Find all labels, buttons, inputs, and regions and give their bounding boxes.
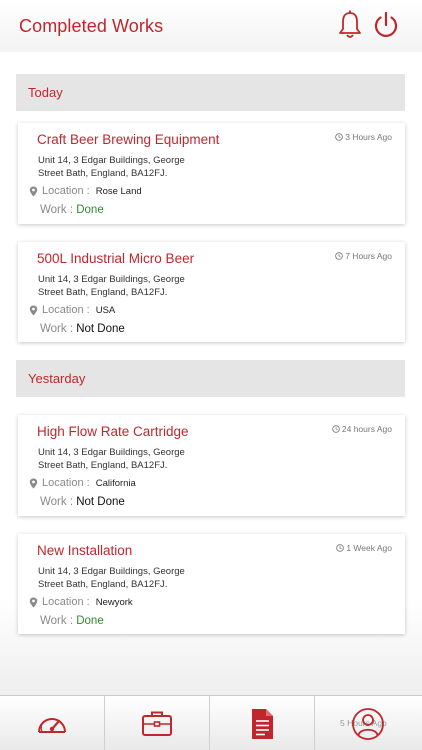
work-address: Unit 14, 3 Edgar Buildings, George Stree… [38, 154, 208, 180]
work-time-text: 24 hours Ago [341, 424, 392, 434]
section-header-yesterday: Yestarday [16, 360, 405, 397]
work-title: High Flow Rate Cartridge [37, 424, 189, 439]
location-value: Newyork [95, 596, 133, 608]
location-value: California [95, 477, 136, 489]
work-title: 500L Industrial Micro Beer [37, 251, 195, 266]
clock-icon [335, 133, 344, 141]
location-label: Location : [42, 185, 90, 197]
map-pin-icon [29, 186, 38, 196]
address-line: Unit 14, 3 Edgar Buildings, George [38, 155, 185, 166]
bell-icon[interactable] [337, 10, 363, 40]
work-time: 7 Hours Ago [335, 251, 392, 261]
section-header-today: Today [16, 74, 405, 111]
power-icon[interactable] [372, 10, 400, 40]
location-label: Location : [42, 477, 90, 489]
work-card[interactable]: High Flow Rate Cartridge 24 hours Ago Un… [18, 415, 405, 516]
work-title: New Installation [37, 543, 133, 558]
work-status: Work : Not Done [40, 323, 125, 335]
address-line: Street Bath, England, BA12FJ. [38, 579, 168, 590]
work-time-text: 1 Week Ago [346, 543, 392, 553]
work-time-text: 3 Hours Ago [345, 132, 392, 142]
work-card[interactable]: 500L Industrial Micro Beer 7 Hours Ago U… [18, 242, 405, 342]
work-address: Unit 14, 3 Edgar Buildings, George Stree… [38, 273, 208, 299]
clock-icon [335, 252, 344, 260]
page-title: Completed Works [19, 16, 164, 36]
works-list: Today Craft Beer Brewing Equipment 3 Hou… [0, 52, 422, 695]
work-location: Location : Newyork [29, 596, 133, 608]
work-location: Location : California [29, 477, 136, 489]
work-label: Work : [40, 323, 74, 335]
tab-jobs[interactable] [105, 696, 210, 750]
location-label: Location : [42, 304, 90, 316]
map-pin-icon [29, 305, 38, 315]
work-time: 3 Hours Ago [335, 132, 392, 142]
work-time-text: 7 Hours Ago [345, 251, 392, 261]
work-address: Unit 14, 3 Edgar Buildings, George Stree… [38, 446, 208, 472]
work-card[interactable]: Craft Beer Brewing Equipment 3 Hours Ago… [18, 123, 405, 224]
tab-completed-works[interactable] [210, 696, 315, 750]
work-location: Location : USA [29, 304, 115, 316]
bottom-tab-bar: 5 Hours Ago [0, 695, 422, 750]
map-pin-icon [29, 597, 38, 607]
address-line: Unit 14, 3 Edgar Buildings, George [38, 566, 185, 577]
work-status: Work : Done [40, 615, 104, 627]
work-status: Work : Done [40, 204, 104, 216]
work-status-value: Done [76, 615, 104, 627]
document-icon [252, 708, 273, 739]
address-line: Street Bath, England, BA12FJ. [38, 287, 168, 298]
work-time: 24 hours Ago [332, 424, 392, 434]
address-line: Street Bath, England, BA12FJ. [38, 168, 168, 179]
app-header: Completed Works [0, 0, 422, 52]
work-card[interactable]: New Installation 1 Week Ago Unit 14, 3 E… [18, 534, 405, 634]
work-time: 1 Week Ago [336, 543, 392, 553]
clock-icon [336, 544, 345, 552]
location-label: Location : [42, 596, 90, 608]
address-line: Unit 14, 3 Edgar Buildings, George [38, 274, 185, 285]
briefcase-icon [142, 711, 172, 736]
work-address: Unit 14, 3 Edgar Buildings, George Stree… [38, 565, 208, 591]
work-title: Craft Beer Brewing Equipment [37, 132, 220, 147]
work-status-value: Not Done [76, 496, 125, 508]
tab-profile[interactable]: 5 Hours Ago [315, 696, 420, 750]
work-status: Work : Not Done [40, 496, 125, 508]
clock-icon [332, 425, 340, 433]
work-status-value: Done [76, 204, 104, 216]
tab-dashboard[interactable] [0, 696, 105, 750]
work-location: Location : Rose Land [29, 185, 142, 197]
speedometer-icon [38, 717, 66, 733]
work-status-value: Not Done [76, 323, 125, 335]
user-icon [351, 707, 384, 740]
map-pin-icon [29, 478, 38, 488]
address-line: Street Bath, England, BA12FJ. [38, 460, 168, 471]
location-value: Rose Land [95, 185, 142, 197]
work-label: Work : [40, 204, 74, 216]
work-label: Work : [40, 615, 74, 627]
location-value: USA [95, 304, 116, 316]
work-label: Work : [40, 496, 74, 508]
address-line: Unit 14, 3 Edgar Buildings, George [38, 447, 185, 458]
